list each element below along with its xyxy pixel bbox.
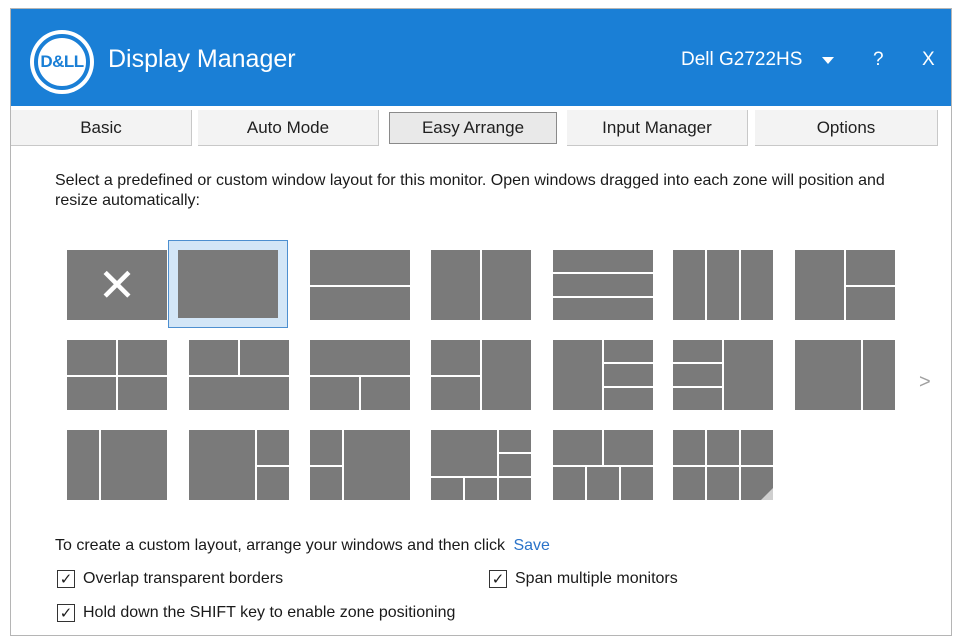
layout-2-columns[interactable] [431, 250, 531, 320]
layout-left-split-right-full[interactable] [431, 340, 531, 410]
span-monitors-checkbox[interactable]: ✓ [489, 570, 507, 588]
shift-key-option[interactable]: ✓ Hold down the SHIFT key to enable zone… [57, 604, 455, 622]
display-manager-window: D&LL Display Manager Dell G2722HS ? X Ba… [10, 8, 952, 636]
app-title: Display Manager [108, 45, 296, 73]
resize-corner-icon [761, 488, 773, 500]
overlap-borders-checkbox[interactable]: ✓ [57, 570, 75, 588]
layout-grid: ✕ [56, 240, 896, 500]
layout-top-split-bottom-3[interactable] [553, 430, 653, 500]
layout-2-rows[interactable] [310, 250, 410, 320]
shift-key-checkbox[interactable]: ✓ [57, 604, 75, 622]
layout-none[interactable]: ✕ [67, 250, 167, 320]
overlap-borders-option[interactable]: ✓ Overlap transparent borders [57, 570, 283, 588]
layout-top-full-bottom-split[interactable] [310, 340, 410, 410]
tab-bar: Basic Auto Mode Easy Arrange Input Manag… [11, 106, 951, 150]
layout-3-rows[interactable] [553, 250, 653, 320]
close-button[interactable]: X [922, 49, 935, 71]
layout-top-split-bottom-full[interactable] [189, 340, 289, 410]
custom-layout-instructions: To create a custom layout, arrange your … [55, 537, 506, 554]
layout-left-3-rows-right-full[interactable] [673, 340, 773, 410]
monitor-selector[interactable]: Dell G2722HS [681, 49, 835, 71]
close-icon: ✕ [97, 259, 137, 311]
tab-input-manager[interactable]: Input Manager [567, 110, 748, 146]
tab-options[interactable]: Options [755, 110, 938, 146]
tab-easy-arrange[interactable]: Easy Arrange [389, 112, 557, 144]
logo-text: D&LL [40, 52, 84, 71]
layout-wide-left-narrow-right[interactable] [795, 340, 895, 410]
layout-left-full-right-3-rows[interactable] [553, 340, 653, 410]
span-monitors-label: Span multiple monitors [515, 570, 678, 587]
custom-layout-text: To create a custom layout, arrange your … [55, 537, 550, 555]
layout-wide-left-right-split[interactable] [189, 430, 289, 500]
monitor-name: Dell G2722HS [681, 49, 803, 70]
layout-narrow-left-wide-right[interactable] [67, 430, 167, 500]
layout-mixed-5-zones[interactable] [431, 430, 531, 500]
layout-2x2-grid[interactable] [67, 340, 167, 410]
layout-single-full[interactable] [178, 250, 278, 318]
help-button[interactable]: ? [873, 49, 884, 71]
tab-auto-mode[interactable]: Auto Mode [198, 110, 379, 146]
layout-grid-with-corner[interactable] [673, 430, 773, 500]
overlap-borders-label: Overlap transparent borders [83, 570, 284, 587]
title-bar: D&LL Display Manager Dell G2722HS ? X [11, 9, 951, 106]
dell-logo: D&LL [30, 30, 94, 94]
shift-key-label: Hold down the SHIFT key to enable zone p… [83, 604, 456, 621]
tab-basic[interactable]: Basic [11, 110, 192, 146]
next-page-arrow-icon[interactable]: > [919, 371, 931, 394]
chevron-down-icon [822, 56, 835, 64]
layout-left-split-wide-right[interactable] [310, 430, 410, 500]
save-link[interactable]: Save [513, 537, 549, 554]
instructions-text: Select a predefined or custom window lay… [55, 172, 885, 209]
layout-left-plus-right-split[interactable] [795, 250, 895, 320]
layout-3-columns[interactable] [673, 250, 773, 320]
span-monitors-option[interactable]: ✓ Span multiple monitors [489, 570, 678, 588]
